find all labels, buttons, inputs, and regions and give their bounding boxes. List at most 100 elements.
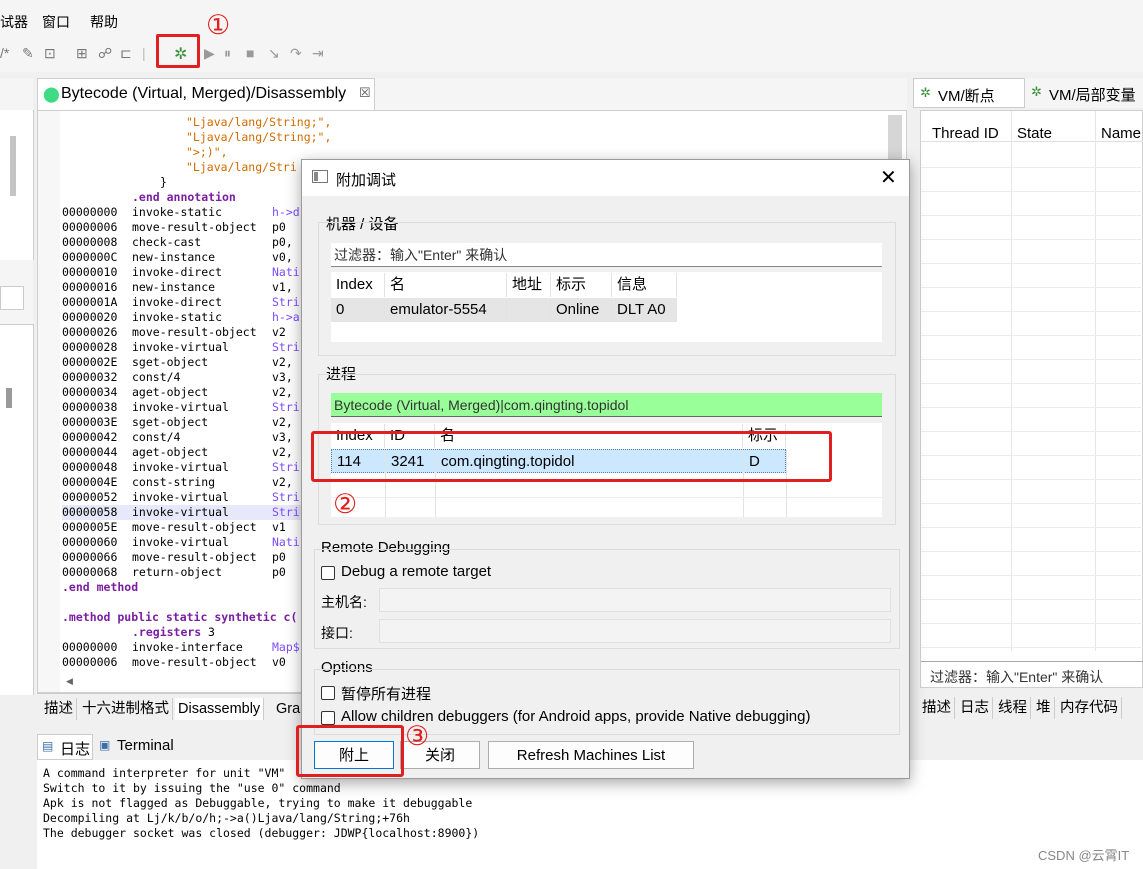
machine-index: 0 xyxy=(331,298,385,322)
tab-disassembly[interactable]: Disassembly xyxy=(175,698,265,720)
tab-rb-memory[interactable]: 内存代码 xyxy=(1057,697,1122,719)
tab-vm-breakpoints[interactable]: ✲ VM/断点 xyxy=(913,78,1025,108)
code-opcode: invoke-virtual xyxy=(132,490,229,504)
code-opcode: new-instance xyxy=(132,280,216,294)
column-name[interactable]: 名 xyxy=(385,273,507,297)
code-opcode: move-result-object xyxy=(132,220,257,234)
column-address[interactable]: 地址 xyxy=(507,273,551,297)
annotation-three: ③ xyxy=(405,721,430,751)
code-address: 00000000 xyxy=(62,640,118,654)
host-input[interactable] xyxy=(379,588,891,612)
column-name[interactable]: Name xyxy=(1101,125,1141,142)
stop-icon[interactable]: ■ xyxy=(246,45,254,61)
tab-description[interactable]: 描述 xyxy=(41,698,77,720)
tab-rb-threads[interactable]: 线程 xyxy=(995,697,1031,719)
tab-log-label: 日志 xyxy=(60,741,91,758)
code-opcode: check-cast xyxy=(132,235,202,249)
tab-log[interactable]: ▤ 日志 xyxy=(37,734,93,760)
editor-tab-label: Bytecode (Virtual, Merged)/Disassembly xyxy=(61,85,347,102)
code-address: 00000044 xyxy=(62,445,118,459)
debug-remote-checkbox[interactable] xyxy=(321,566,335,580)
debug-remote-label: Debug a remote target xyxy=(341,563,492,580)
dialog-title: 附加调试 xyxy=(336,172,397,189)
tab-rb-log[interactable]: 日志 xyxy=(957,697,993,719)
allow-children-checkbox[interactable] xyxy=(321,711,335,725)
code-directive: .method public static synthetic c( xyxy=(62,610,298,624)
code-address: 0000001A xyxy=(62,295,118,309)
tab-terminal[interactable]: ▣ Terminal xyxy=(95,734,185,760)
thread-filter[interactable]: 过滤器：输入"Enter" 来确认 xyxy=(921,661,1143,688)
process-filter-input[interactable]: Bytecode (Virtual, Merged)|com.qingting.… xyxy=(331,393,882,417)
split-icon[interactable]: ⊏ xyxy=(120,45,132,62)
pause-icon[interactable]: ⏸ xyxy=(224,45,231,62)
step-into-icon[interactable]: ↘ xyxy=(268,45,280,62)
thread-table-header: Thread ID State Name xyxy=(921,111,1143,142)
tab-graph[interactable]: Gra xyxy=(273,698,305,720)
editor-gutter xyxy=(38,111,60,692)
column-state[interactable]: State xyxy=(1017,125,1052,142)
column-info[interactable]: 信息 xyxy=(612,273,677,297)
machine-status: Online xyxy=(551,298,612,322)
code-opcode: invoke-interface xyxy=(132,640,243,654)
process-row-highlight xyxy=(311,431,832,482)
code-operand: h->a xyxy=(272,310,300,324)
editor-tab-disassembly[interactable]: ⬤ Bytecode (Virtual, Merged)/Disassembly… xyxy=(37,78,375,110)
code-string: ">;)", xyxy=(186,145,228,159)
refresh-machines-button[interactable]: Refresh Machines List xyxy=(488,741,694,769)
machines-table: Index 名 地址 标示 信息 0 emulator-5554 Online … xyxy=(331,272,882,342)
column-thread-id[interactable]: Thread ID xyxy=(932,125,999,142)
tree-icon[interactable]: ☍ xyxy=(98,45,112,62)
code-address: 00000020 xyxy=(62,310,118,324)
thread-table[interactable]: Thread ID State Name 过滤器：输入"Enter" 来确认 xyxy=(920,110,1143,688)
step-out-icon[interactable]: ⇥ xyxy=(312,45,324,62)
code-operand: v1 xyxy=(272,520,286,534)
code-opcode: sget-object xyxy=(132,355,209,369)
code-opcode: move-result-object xyxy=(132,325,257,339)
menu-debugger[interactable]: 试器 xyxy=(0,12,28,32)
code-string: "Ljava/lang/Stri xyxy=(186,160,297,174)
step-over-icon[interactable]: ↷ xyxy=(290,45,302,62)
code-operand: v1, xyxy=(272,280,293,294)
comment-icon[interactable]: /* xyxy=(0,45,9,61)
tab-rb-heap[interactable]: 堆 xyxy=(1033,697,1055,719)
code-address: 00000010 xyxy=(62,265,118,279)
pause-all-checkbox[interactable] xyxy=(321,686,335,700)
code-opcode: invoke-virtual xyxy=(132,400,229,414)
code-address: 00000034 xyxy=(62,385,118,399)
code-opcode: aget-object xyxy=(132,445,209,459)
code-operand: v3, xyxy=(272,430,293,444)
close-tab-icon[interactable]: ☒ xyxy=(359,85,371,101)
right-bottom-tabs: 描述 日志 线程 堆 内存代码 xyxy=(913,693,1143,723)
menu-help[interactable]: 帮助 xyxy=(90,12,118,32)
code-operand: p0, xyxy=(272,235,293,249)
column-flag[interactable]: 标示 xyxy=(551,273,612,297)
grid-icon[interactable]: ⊞ xyxy=(76,45,88,62)
close-icon[interactable]: ✕ xyxy=(880,165,897,190)
code-directive: .registers xyxy=(132,625,202,639)
menu-window[interactable]: 窗口 xyxy=(42,12,70,32)
pause-all-label: 暂停所有进程 xyxy=(341,686,432,703)
tab-rb-description[interactable]: 描述 xyxy=(919,697,955,719)
play-icon[interactable]: ▶ xyxy=(204,45,215,62)
machines-table-header: Index 名 地址 标示 信息 xyxy=(331,272,882,297)
scroll-left-icon[interactable]: ◀ xyxy=(66,676,73,687)
log-icon: ▤ xyxy=(42,739,54,753)
watermark: CSDN @云霄IT xyxy=(1038,848,1130,863)
code-opcode: aget-object xyxy=(132,385,209,399)
left-panel xyxy=(0,78,34,695)
code-opcode: invoke-virtual xyxy=(132,505,229,519)
machine-row[interactable]: 0 emulator-5554 Online DLT A0 xyxy=(331,298,677,322)
column-index[interactable]: Index xyxy=(331,273,385,297)
pencil-icon[interactable]: ✎ xyxy=(22,45,34,62)
code-line: ">;)", xyxy=(62,145,882,160)
machines-filter-input[interactable]: 过滤器：输入"Enter" 来确认 xyxy=(331,243,882,267)
export-icon[interactable]: ⊡ xyxy=(44,45,56,62)
tab-vm-breakpoints-label: VM/断点 xyxy=(938,88,995,105)
code-address: 00000028 xyxy=(62,340,118,354)
bug-icon: ✲ xyxy=(1031,84,1042,99)
code-address: 00000026 xyxy=(62,325,118,339)
tab-vm-locals[interactable]: ✲ VM/局部变量 xyxy=(1027,78,1143,108)
code-address: 00000038 xyxy=(62,400,118,414)
tab-hex[interactable]: 十六进制格式 xyxy=(79,698,173,720)
port-input[interactable] xyxy=(379,619,891,643)
